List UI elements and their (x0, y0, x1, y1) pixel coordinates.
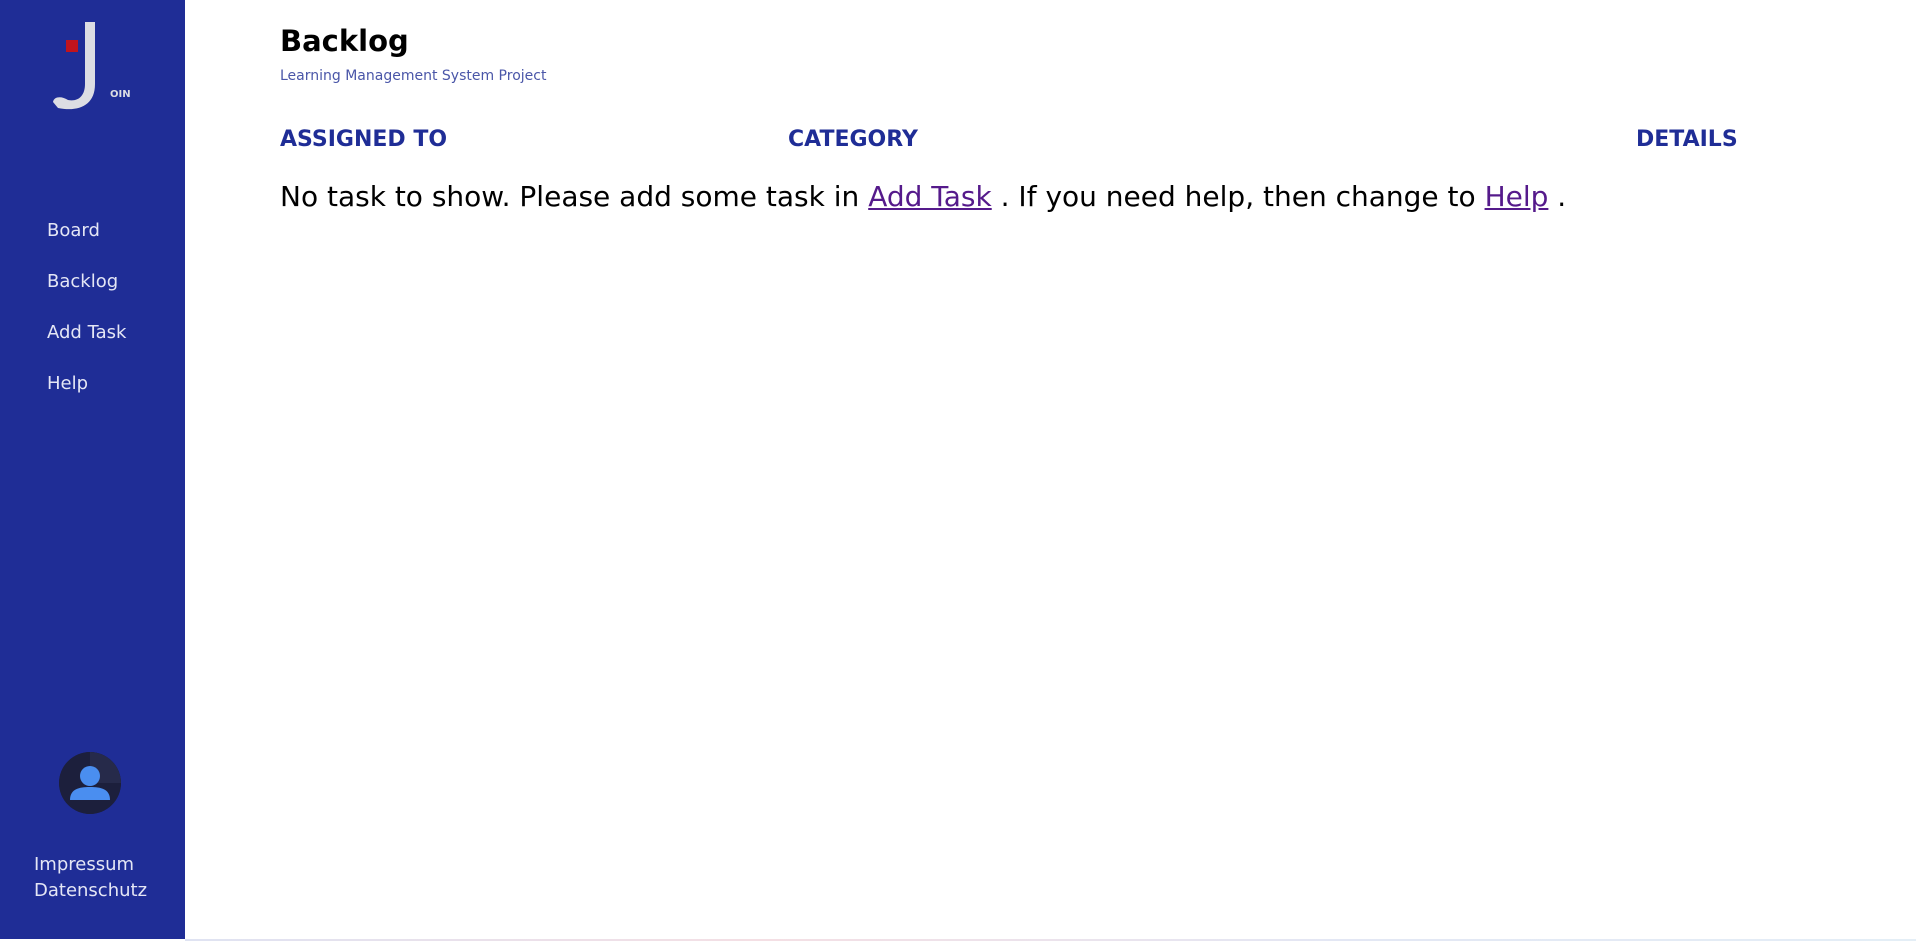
page-subtitle: Learning Management System Project (280, 68, 547, 84)
sidebar: OIN Board Backlog Add Task Help Impressu… (0, 0, 185, 939)
empty-state-text-before: No task to show. Please add some task in (280, 180, 869, 213)
user-avatar[interactable] (59, 752, 121, 814)
datenschutz-link[interactable]: Datenschutz (34, 878, 147, 904)
user-avatar-icon (59, 752, 121, 814)
column-header-category: CATEGORY (788, 127, 918, 152)
column-header-details: DETAILS (1636, 127, 1738, 152)
logo-text: OIN (110, 89, 130, 100)
column-header-assigned-to: ASSIGNED TO (280, 127, 448, 152)
sidebar-item-backlog[interactable]: Backlog (47, 265, 126, 316)
page-title: Backlog (280, 24, 409, 58)
empty-state-text-after: . (1548, 180, 1567, 213)
join-logo-icon: OIN (53, 22, 131, 110)
legal-links: Impressum Datenschutz (34, 852, 147, 904)
empty-state-message: No task to show. Please add some task in… (280, 180, 1566, 213)
sidebar-item-board[interactable]: Board (47, 214, 126, 265)
join-logo[interactable]: OIN (52, 22, 131, 116)
sidebar-item-add-task[interactable]: Add Task (47, 316, 126, 367)
sidebar-nav: Board Backlog Add Task Help (47, 214, 126, 418)
impressum-link[interactable]: Impressum (34, 852, 147, 878)
sidebar-item-help[interactable]: Help (47, 367, 126, 418)
app-root: OIN Board Backlog Add Task Help Impressu… (0, 0, 1916, 941)
add-task-link[interactable]: Add Task (868, 180, 992, 213)
empty-state-text-middle: . If you need help, then change to (991, 180, 1485, 213)
help-link[interactable]: Help (1485, 180, 1549, 213)
